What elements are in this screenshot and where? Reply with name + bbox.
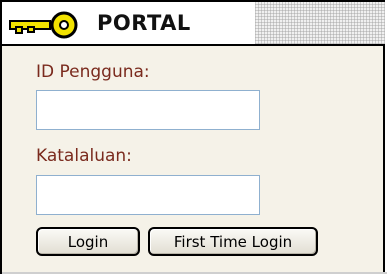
user-id-label: ID Pengguna:	[36, 62, 150, 82]
header-pattern	[255, 2, 385, 44]
portal-title: PORTAL	[97, 11, 191, 35]
first-time-login-button[interactable]: First Time Login	[148, 227, 318, 256]
bottom-divider	[2, 272, 387, 274]
key-icon	[8, 10, 92, 44]
login-button[interactable]: Login	[36, 227, 140, 256]
portal-header: PORTAL	[2, 0, 385, 46]
password-input[interactable]	[36, 175, 260, 215]
password-label: Katalaluan:	[36, 146, 132, 166]
user-id-input[interactable]	[36, 90, 260, 130]
portal-panel: PORTAL ID Pengguna: Katalaluan: Login Fi…	[0, 0, 387, 274]
